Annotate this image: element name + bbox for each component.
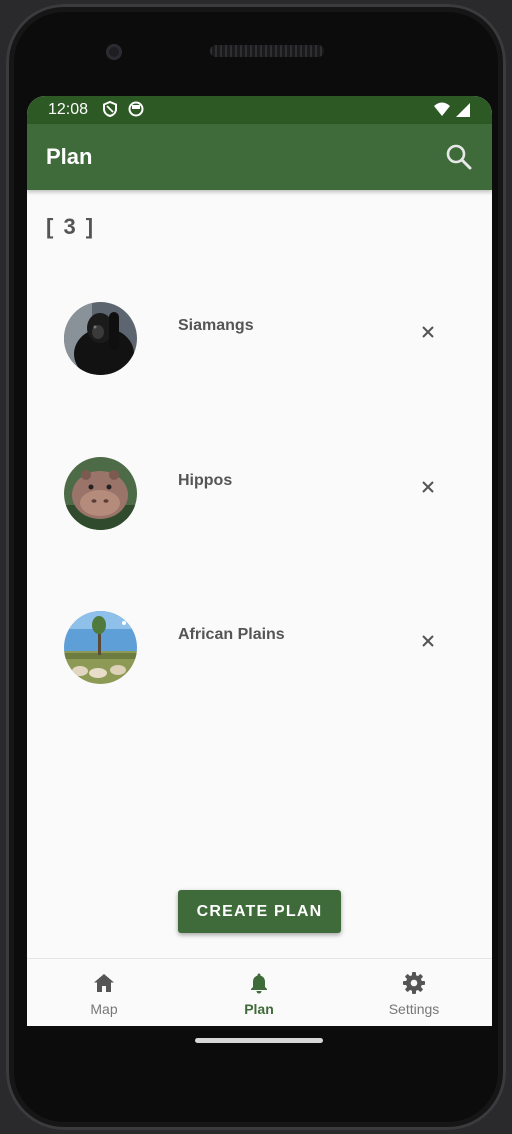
- nav-item-plan[interactable]: Plan: [199, 959, 319, 1026]
- remove-item-button[interactable]: [418, 322, 438, 342]
- close-icon: [422, 481, 434, 493]
- nav-item-label: Map: [90, 1001, 118, 1017]
- create-plan-button[interactable]: CREATE PLAN: [178, 890, 341, 933]
- close-icon: [422, 635, 434, 647]
- search-icon[interactable]: [444, 142, 474, 172]
- status-bar: 12:08: [27, 96, 492, 124]
- list-item-label: Siamangs: [178, 317, 254, 334]
- gear-icon: [403, 972, 425, 994]
- front-camera: [106, 44, 122, 60]
- hippo-avatar: [64, 457, 137, 530]
- app-screen: 12:08 Plan [ 3 ] Siamangs Hippos African…: [27, 96, 492, 1026]
- nav-item-label: Settings: [388, 1001, 440, 1017]
- app-status-icon: [128, 101, 144, 117]
- earpiece-speaker: [210, 45, 324, 57]
- bottom-navigation: Map Plan Settings: [27, 958, 492, 1026]
- remove-item-button[interactable]: [418, 631, 438, 651]
- list-item-label: African Plains: [178, 626, 285, 643]
- list-item: African Plains: [27, 611, 492, 701]
- page-title: Plan: [46, 144, 93, 169]
- close-icon: [422, 326, 434, 338]
- shield-status-icon: [103, 100, 117, 118]
- status-time: 12:08: [48, 101, 89, 118]
- nav-item-settings[interactable]: Settings: [354, 959, 474, 1026]
- bell-icon: [251, 973, 267, 994]
- app-bar: Plan: [27, 124, 492, 190]
- african-plains-avatar: [64, 611, 137, 684]
- nav-item-label: Plan: [244, 1001, 274, 1017]
- wifi-signal-icon: [434, 102, 470, 117]
- home-icon: [94, 974, 114, 992]
- remove-item-button[interactable]: [418, 477, 438, 497]
- list-item: Siamangs: [27, 302, 492, 392]
- nav-item-map[interactable]: Map: [44, 959, 164, 1026]
- list-item: Hippos: [27, 457, 492, 547]
- siamang-avatar: [64, 302, 137, 375]
- list-item-label: Hippos: [178, 472, 233, 489]
- plan-count: [ 3 ]: [46, 214, 96, 239]
- home-indicator[interactable]: [195, 1038, 323, 1043]
